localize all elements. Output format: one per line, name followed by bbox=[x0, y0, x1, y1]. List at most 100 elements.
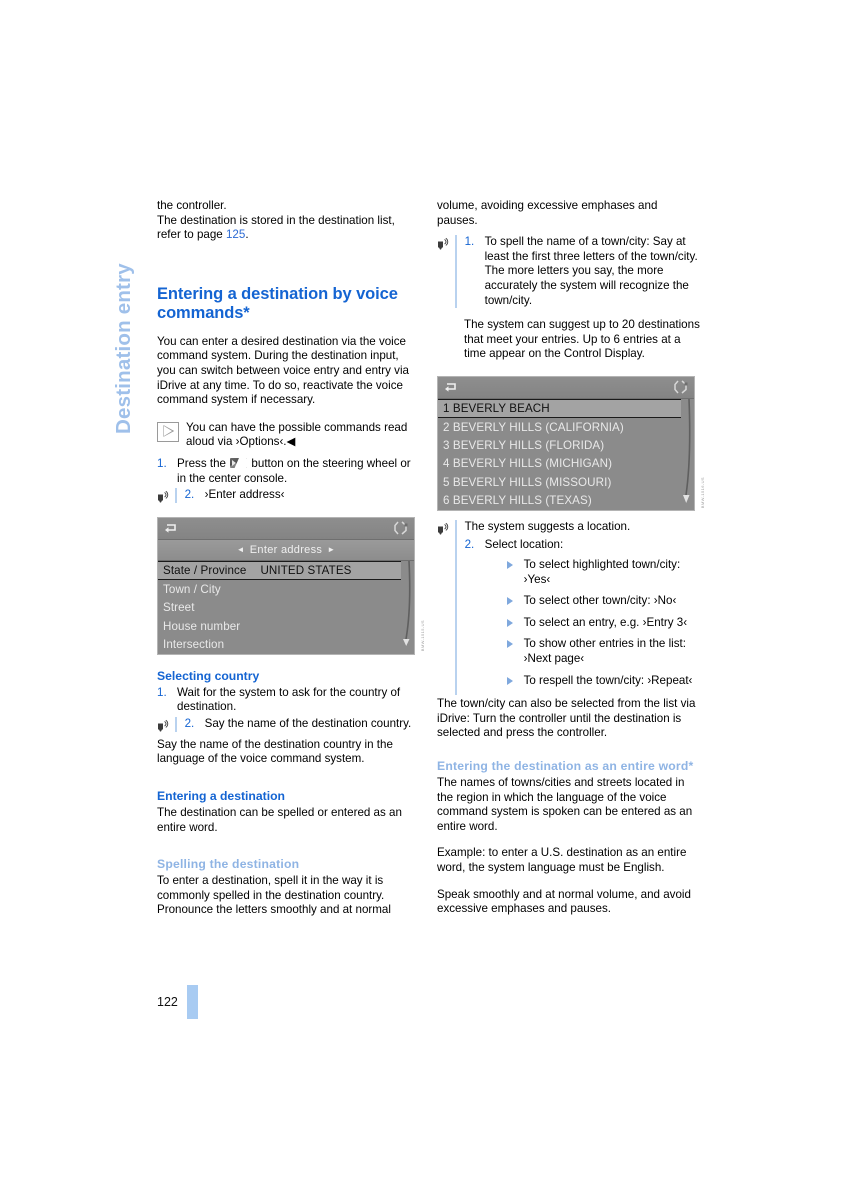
page-footer: 122 bbox=[157, 985, 198, 1019]
voice-step-inner: 2. Say the name of the destination count… bbox=[185, 717, 420, 732]
list-item[interactable]: 2 BEVERLY HILLS (CALIFORNIA) bbox=[438, 418, 694, 436]
control-display-topbar bbox=[438, 376, 694, 399]
back-arrow-icon[interactable] bbox=[163, 522, 177, 534]
voice-step-body: The system suggests a location. 2. Selec… bbox=[465, 520, 700, 695]
voice-step-body: 2. Say the name of the destination count… bbox=[185, 717, 420, 732]
list-item-selected[interactable]: State / Province UNITED STATES bbox=[158, 561, 401, 581]
system-suggests-text: The system suggests a location. bbox=[464, 519, 631, 533]
control-display-enter-address[interactable]: ◄ Enter address ► State / Province UNITE… bbox=[157, 517, 425, 655]
page-crossref[interactable]: 125 bbox=[226, 228, 245, 241]
figure-code: BMW-1515-US bbox=[420, 620, 425, 652]
list-item[interactable]: Intersection bbox=[158, 635, 414, 653]
scrollbar[interactable] bbox=[401, 561, 412, 654]
bullet-item: To select highlighted town/city: ›Yes‹ bbox=[506, 558, 700, 587]
control-display-town-list[interactable]: 1 BEVERLY BEACH 2 BEVERLY HILLS (CALIFOR… bbox=[437, 375, 705, 511]
play-icon bbox=[157, 421, 179, 442]
options-corner-icon[interactable] bbox=[394, 521, 409, 535]
bullet-text: To show other entries in the list: ›Next… bbox=[523, 637, 686, 666]
step-text: Wait for the system to ask for the count… bbox=[177, 685, 401, 714]
note-text: You can have the possible commands read … bbox=[186, 420, 408, 449]
heading-entire-word: Entering the destination as an entire wo… bbox=[437, 759, 694, 774]
title-left-arrow: ◄ bbox=[236, 545, 245, 555]
voice-step-inner: 2. Select location: bbox=[465, 538, 700, 553]
list-item-label: 3 BEVERLY HILLS (FLORIDA) bbox=[443, 439, 605, 453]
step-text: To spell the name of a town/city: Say at… bbox=[484, 235, 698, 307]
step-press-button: 1. Press the button on the steering whee… bbox=[157, 457, 420, 486]
select-location-bullets: To select highlighted town/city: ›Yes‹ T… bbox=[465, 558, 700, 688]
entire-word-body2: Example: to enter a U.S. destination as … bbox=[437, 846, 687, 874]
bullet-item: To select other town/city: ›No‹ bbox=[506, 594, 700, 609]
triangle-bullet-icon bbox=[506, 616, 524, 627]
step-number: 2. bbox=[184, 716, 195, 730]
list-item[interactable]: 6 BEVERLY HILLS (TEXAS) bbox=[438, 492, 694, 510]
list-item-label: State / Province bbox=[163, 564, 247, 578]
step-number: 1. bbox=[157, 685, 167, 699]
back-arrow-icon[interactable] bbox=[443, 381, 457, 393]
list-item-label: 6 BEVERLY HILLS (TEXAS) bbox=[443, 494, 592, 508]
entire-word-body3: Speak smoothly and at normal volume, and… bbox=[437, 887, 691, 916]
list-item-label: 2 BEVERLY HILLS (CALIFORNIA) bbox=[443, 420, 624, 434]
bullet-text: To select highlighted town/city: ›Yes‹ bbox=[523, 558, 681, 586]
bullet-text: To select other town/city: ›No‹ bbox=[523, 594, 677, 608]
selecting-country-after: Say the name of the destination country … bbox=[157, 737, 393, 766]
scrollbar-curve bbox=[403, 561, 411, 647]
intro-line2-text: The destination is stored in the destina… bbox=[157, 213, 395, 242]
left-column: the controller. The destination is store… bbox=[157, 199, 425, 918]
note-block: You can have the possible commands read … bbox=[157, 421, 420, 450]
entire-word-body1: The names of towns/cities and streets lo… bbox=[437, 776, 693, 833]
step-text: Say the name of the destination country. bbox=[204, 716, 412, 730]
control-display-topbar bbox=[158, 518, 414, 541]
voice-step-say-country: 2. Say the name of the destination count… bbox=[157, 716, 420, 732]
step-number: 2. bbox=[464, 538, 475, 552]
triangle-bullet-icon bbox=[506, 594, 524, 606]
manual-page: Destination entry the controller. The de… bbox=[0, 0, 848, 1200]
section-heading-voice-commands: Entering a destination by voice commands… bbox=[157, 284, 398, 323]
list-item[interactable]: 3 BEVERLY HILLS (FLORIDA) bbox=[438, 436, 694, 454]
mic-icon-column bbox=[157, 488, 175, 503]
after-step1-paragraph: The system can suggest up to 20 destinat… bbox=[464, 318, 700, 361]
intro-line2-end: . bbox=[245, 228, 249, 242]
voice-command-icon bbox=[437, 522, 450, 535]
voice-intro-paragraph: You can enter a desired destination via … bbox=[157, 334, 409, 407]
control-display-list: 1 BEVERLY BEACH 2 BEVERLY HILLS (CALIFOR… bbox=[438, 398, 694, 510]
list-item-value: UNITED STATES bbox=[260, 564, 352, 578]
voice-step-select-location: The system suggests a location. 2. Selec… bbox=[437, 519, 700, 696]
triangle-bullet-icon bbox=[506, 637, 524, 649]
list-item[interactable]: 5 BEVERLY HILLS (MISSOURI) bbox=[438, 473, 694, 491]
intro-line2: The destination is stored in the destina… bbox=[157, 214, 420, 243]
triangle-bullet-icon bbox=[506, 674, 524, 685]
voice-step-enter-address: 2. ›Enter address‹ bbox=[157, 488, 420, 504]
step-text: Select location: bbox=[484, 538, 564, 552]
list-item[interactable]: Town / City bbox=[158, 580, 414, 598]
step-text: ›Enter address‹ bbox=[204, 488, 285, 502]
list-item-label: Street bbox=[163, 601, 195, 615]
bullet-text: To respell the town/city: ›Repeat‹ bbox=[523, 673, 693, 687]
list-item[interactable]: Street bbox=[158, 599, 414, 617]
entering-destination-body: The destination can be spelled or entere… bbox=[157, 806, 402, 834]
step-number: 1. bbox=[157, 456, 167, 470]
title-right-arrow: ► bbox=[327, 545, 336, 555]
footer-accent-bar bbox=[186, 985, 198, 1019]
mic-icon-column bbox=[437, 235, 455, 308]
voice-rule bbox=[455, 519, 457, 696]
list-item[interactable]: 4 BEVERLY HILLS (MICHIGAN) bbox=[438, 455, 694, 473]
idrive-paragraph: The town/city can also be selected from … bbox=[437, 697, 696, 740]
list-item-selected[interactable]: 1 BEVERLY BEACH bbox=[438, 398, 681, 418]
list-item-label: 4 BEVERLY HILLS (MICHIGAN) bbox=[443, 457, 613, 471]
step-number: 2. bbox=[184, 488, 195, 502]
scrollbar[interactable] bbox=[681, 398, 692, 510]
list-item[interactable]: House number bbox=[158, 617, 414, 635]
voice-step-body: 1. To spell the name of a town/city: Say… bbox=[465, 235, 700, 308]
voice-step-spell-town: 1. To spell the name of a town/city: Say… bbox=[437, 235, 700, 309]
voice-step-inner: 1. To spell the name of a town/city: Say… bbox=[465, 235, 700, 308]
figure-code: BMW-1516-US bbox=[700, 476, 705, 508]
options-corner-icon[interactable] bbox=[674, 380, 689, 394]
continued-paragraph: volume, avoiding excessive emphases and … bbox=[437, 199, 658, 227]
heading-selecting-country: Selecting country bbox=[157, 668, 260, 683]
page-number: 122 bbox=[157, 995, 178, 1009]
